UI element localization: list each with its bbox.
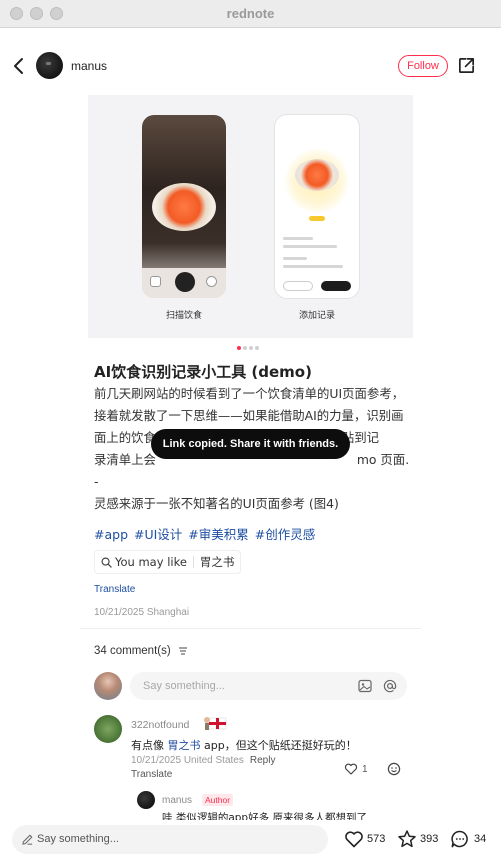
shutter-icon: [175, 272, 195, 292]
post-body-line: -: [94, 474, 99, 489]
emoji-reaction-icon[interactable]: [387, 762, 401, 776]
record-line: [283, 265, 343, 268]
heart-icon[interactable]: [344, 762, 358, 776]
comment-translate-link[interactable]: Translate: [131, 769, 172, 780]
pagination-dot[interactable]: [249, 346, 253, 350]
gallery-icon: [150, 276, 161, 287]
sticker-tag: [309, 216, 325, 221]
record-line: [283, 257, 307, 260]
mention-icon[interactable]: [383, 679, 397, 693]
phone-mockup-scan: [142, 115, 226, 298]
like-count: 573: [367, 833, 386, 845]
author-badge: Author: [202, 794, 234, 806]
camera-controls: [142, 268, 226, 298]
share-icon[interactable]: [457, 56, 476, 75]
image-icon[interactable]: [358, 679, 372, 693]
post-header: manus Follow: [0, 48, 501, 84]
comments-count: 34 comment(s): [94, 645, 171, 657]
bottom-action-bar: Say something... 573 393 34: [0, 820, 501, 859]
author-name[interactable]: manus: [71, 59, 107, 73]
record-pill: [283, 281, 313, 291]
follow-button[interactable]: Follow: [398, 55, 448, 77]
flip-icon: [206, 276, 217, 287]
comment-meta: 10/21/2025 United States Reply: [131, 755, 275, 766]
food-bowl-image: [152, 183, 216, 231]
like-heart-icon[interactable]: [344, 829, 364, 849]
pagination-dot[interactable]: [243, 346, 247, 350]
current-user-avatar: [94, 672, 122, 700]
translate-link[interactable]: Translate: [94, 584, 135, 595]
record-line: [283, 245, 337, 248]
record-pill-dark: [321, 281, 351, 291]
post-body-line: 接着就发散了一下思维——如果能借助AI的力量，识别画: [94, 408, 404, 423]
post-image-carousel[interactable]: 扫描饮食 添加记录: [88, 95, 413, 338]
link-copied-toast: Link copied. Share it with friends.: [151, 429, 350, 459]
post-body-line: 灵感来源于一张不知著名的UI页面参考 (图4): [94, 496, 339, 511]
pagination-dot[interactable]: [255, 346, 259, 350]
comment-date-location: 10/21/2025 United States: [131, 755, 244, 766]
food-sticker-image: [295, 159, 339, 191]
post-body-line: 前几天刷网站的时候看到了一个饮食清单的UI页面参考，: [94, 386, 405, 401]
caption-record: 添加记录: [298, 311, 335, 321]
commenter-name[interactable]: 322notfound: [131, 719, 189, 731]
pagination-dot-active[interactable]: [237, 346, 241, 350]
comment-search-link[interactable]: 胃之书: [168, 739, 201, 752]
collect-star-icon[interactable]: [397, 829, 417, 849]
window-title: rednote: [226, 6, 275, 21]
commenter-avatar[interactable]: [94, 715, 122, 743]
hashtag-link[interactable]: #创作灵感: [255, 527, 315, 542]
you-may-like-chip[interactable]: You may like 胃之书: [94, 550, 242, 574]
post-date-location: 10/21/2025 Shanghai: [94, 607, 190, 618]
chip-divider: [192, 556, 194, 568]
reply-button[interactable]: Reply: [250, 755, 276, 766]
you-may-like-label: You may like: [115, 555, 187, 569]
search-icon: [101, 557, 112, 568]
hashtag-link[interactable]: #UI设计: [134, 527, 182, 542]
hashtag-link[interactable]: #app: [94, 527, 128, 542]
comment-bubble-icon[interactable]: [450, 829, 470, 849]
you-may-like-term: 胃之书: [199, 555, 235, 569]
hashtag-list: #app #UI设计 #审美积累 #创作灵感: [94, 524, 317, 543]
england-flag-icon: [204, 717, 227, 730]
collect-count: 393: [420, 833, 439, 845]
post-title: AI饮食识别记录小工具 (demo): [94, 363, 312, 381]
divider: [80, 628, 421, 629]
reply-author-avatar[interactable]: [137, 791, 155, 809]
author-avatar[interactable]: [36, 52, 63, 79]
pencil-icon: [22, 834, 33, 845]
comment-text: 有点像 胃之书 app，但这个贴纸还挺好玩的！: [131, 737, 357, 753]
reply-author-name[interactable]: manus: [162, 795, 192, 806]
comment-input-placeholder: Say something...: [143, 680, 225, 692]
window-titlebar: rednote: [0, 0, 501, 28]
sort-icon[interactable]: [178, 646, 188, 656]
hashtag-link[interactable]: #审美积累: [188, 527, 248, 542]
comment-count: 34: [474, 833, 487, 845]
bottom-input-placeholder: Say something...: [37, 833, 119, 845]
back-arrow-icon[interactable]: [10, 56, 30, 76]
record-line: [283, 237, 313, 240]
phone-mockup-record: [275, 115, 359, 298]
comment-text-part: app，但这个贴纸还挺好玩的！: [200, 739, 357, 752]
comment-text-part: 有点像: [131, 739, 168, 752]
bottom-comment-input[interactable]: Say something...: [12, 825, 328, 854]
comment-like-count: 1: [362, 764, 368, 775]
caption-scan: 扫描饮食: [165, 311, 202, 321]
